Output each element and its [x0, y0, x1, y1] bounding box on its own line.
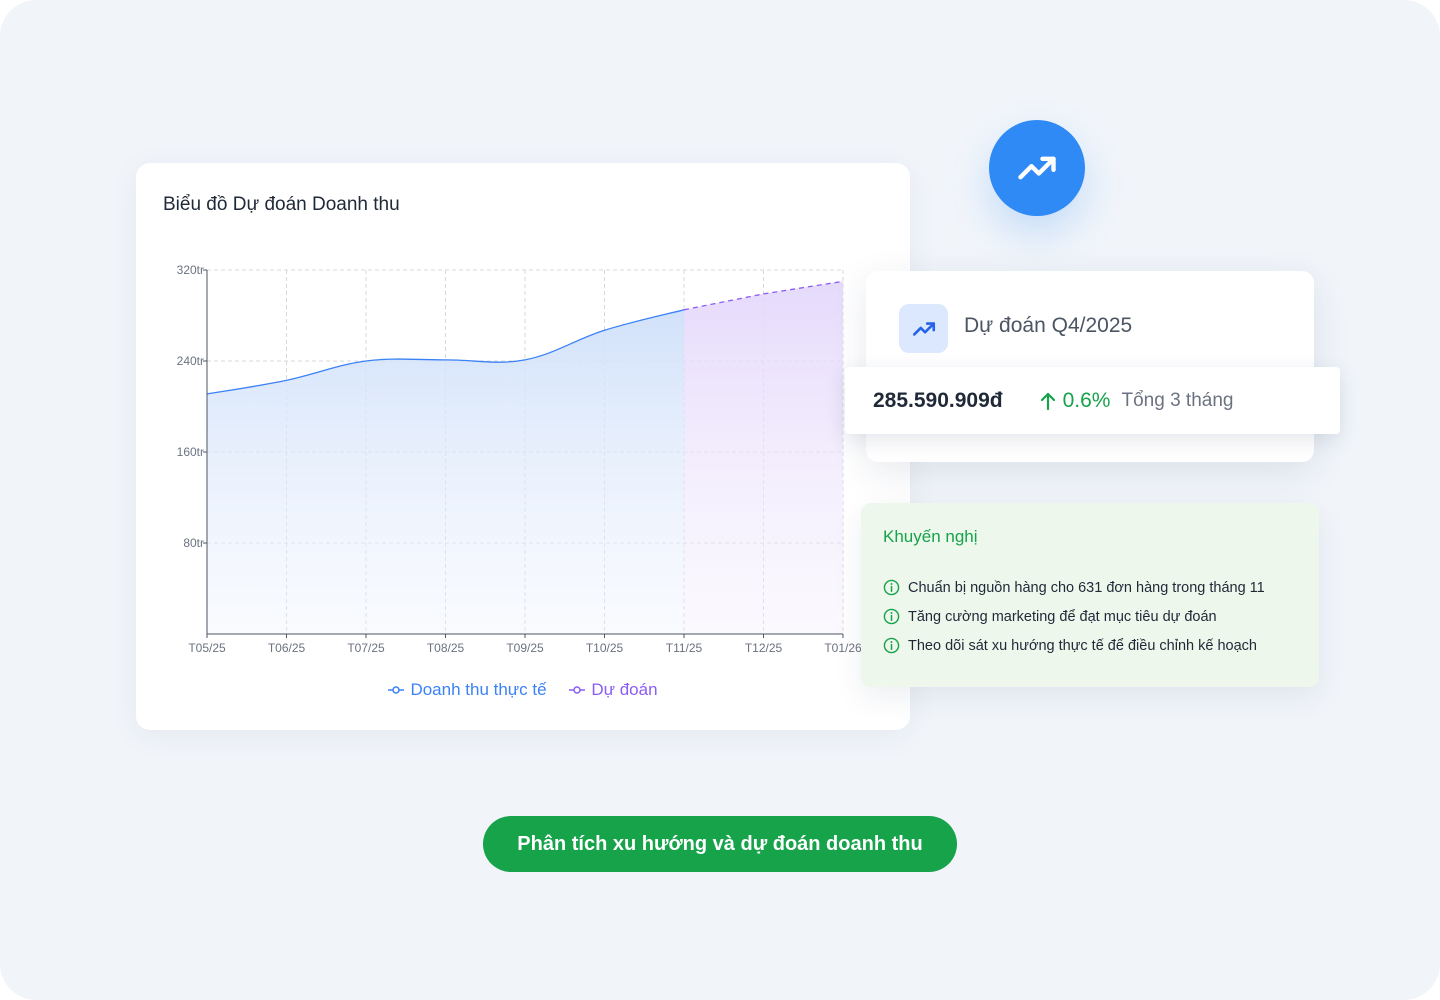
- x-tick-label: T10/25: [586, 641, 624, 655]
- revenue-chart: 80tr 160tr 240tr 320tr T05/25 T06/25 T07/25 T08…: [177, 263, 862, 655]
- list-item: Tăng cường marketing để đạt mục tiêu dự …: [883, 602, 1265, 631]
- recommendation-list: Chuẩn bị nguồn hàng cho 631 đơn hàng tro…: [883, 573, 1265, 660]
- trend-fab[interactable]: [989, 120, 1085, 216]
- x-tick-label: T05/25: [188, 641, 226, 655]
- info-circle-icon: [883, 637, 900, 654]
- arrow-up-icon: [1040, 392, 1055, 410]
- x-tick-label: T09/25: [506, 641, 544, 655]
- forecast-icon-tile: [899, 304, 948, 353]
- x-tick-label: T06/25: [268, 641, 306, 655]
- legend-item-actual[interactable]: Doanh thu thực tế: [388, 680, 547, 700]
- x-tick-label: T07/25: [347, 641, 385, 655]
- chart-legend: Doanh thu thực tế Dự đoán: [136, 680, 910, 700]
- x-tick-label: T12/25: [745, 641, 783, 655]
- recommendation-title: Khuyến nghị: [883, 527, 978, 546]
- info-circle-icon: [883, 579, 900, 596]
- page-canvas: Biểu đồ Dự đoán Doanh thu 80tr 160tr 240tr…: [0, 0, 1440, 1000]
- trending-up-icon: [1018, 156, 1056, 180]
- forecast-note: Tổng 3 tháng: [1121, 389, 1234, 411]
- forecast-delta-value: 0.6%: [1062, 388, 1111, 412]
- forecast-metric-strip: 285.590.909đ 0.6% Tổng 3 tháng: [845, 367, 1340, 434]
- x-tick-label: T08/25: [427, 641, 465, 655]
- y-tick-label: 80tr: [183, 536, 204, 550]
- list-item: Theo dõi sát xu hướng thực tế để điều ch…: [883, 631, 1265, 660]
- legend-actual-label: Doanh thu thực tế: [410, 680, 547, 699]
- recommendation-text: Theo dõi sát xu hướng thực tế để điều ch…: [908, 637, 1257, 654]
- forecast-delta: 0.6%: [1039, 388, 1111, 413]
- actual-area: [207, 309, 684, 634]
- trending-up-icon: [912, 321, 935, 336]
- trend-analysis-button[interactable]: Phân tích xu hướng và dự đoán doanh thu: [483, 816, 957, 872]
- y-tick-label: 320tr: [177, 263, 204, 277]
- x-tick-label: T01/26: [824, 641, 862, 655]
- x-tick-label: T11/25: [666, 641, 703, 655]
- legend-forecast-marker-icon: [569, 686, 586, 694]
- forecast-title: Dự đoán Q4/2025: [964, 314, 1133, 337]
- forecast-value: 285.590.909đ: [873, 388, 1003, 412]
- legend-actual-marker-icon: [388, 686, 405, 694]
- recommendation-text: Chuẩn bị nguồn hàng cho 631 đơn hàng tro…: [908, 579, 1265, 596]
- legend-forecast-label: Dự đoán: [591, 680, 658, 699]
- y-tick-label: 240tr: [177, 354, 204, 368]
- forecast-area: [684, 281, 843, 634]
- revenue-forecast-chart-card: Biểu đồ Dự đoán Doanh thu 80tr 160tr 240tr…: [136, 163, 910, 730]
- list-item: Chuẩn bị nguồn hàng cho 631 đơn hàng tro…: [883, 573, 1265, 602]
- info-circle-icon: [883, 608, 900, 625]
- recommendation-card: Khuyến nghị Chuẩn bị nguồn hàng cho 631 …: [861, 503, 1319, 687]
- recommendation-text: Tăng cường marketing để đạt mục tiêu dự …: [908, 608, 1217, 625]
- legend-item-forecast[interactable]: Dự đoán: [569, 680, 658, 700]
- y-tick-label: 160tr: [177, 445, 204, 459]
